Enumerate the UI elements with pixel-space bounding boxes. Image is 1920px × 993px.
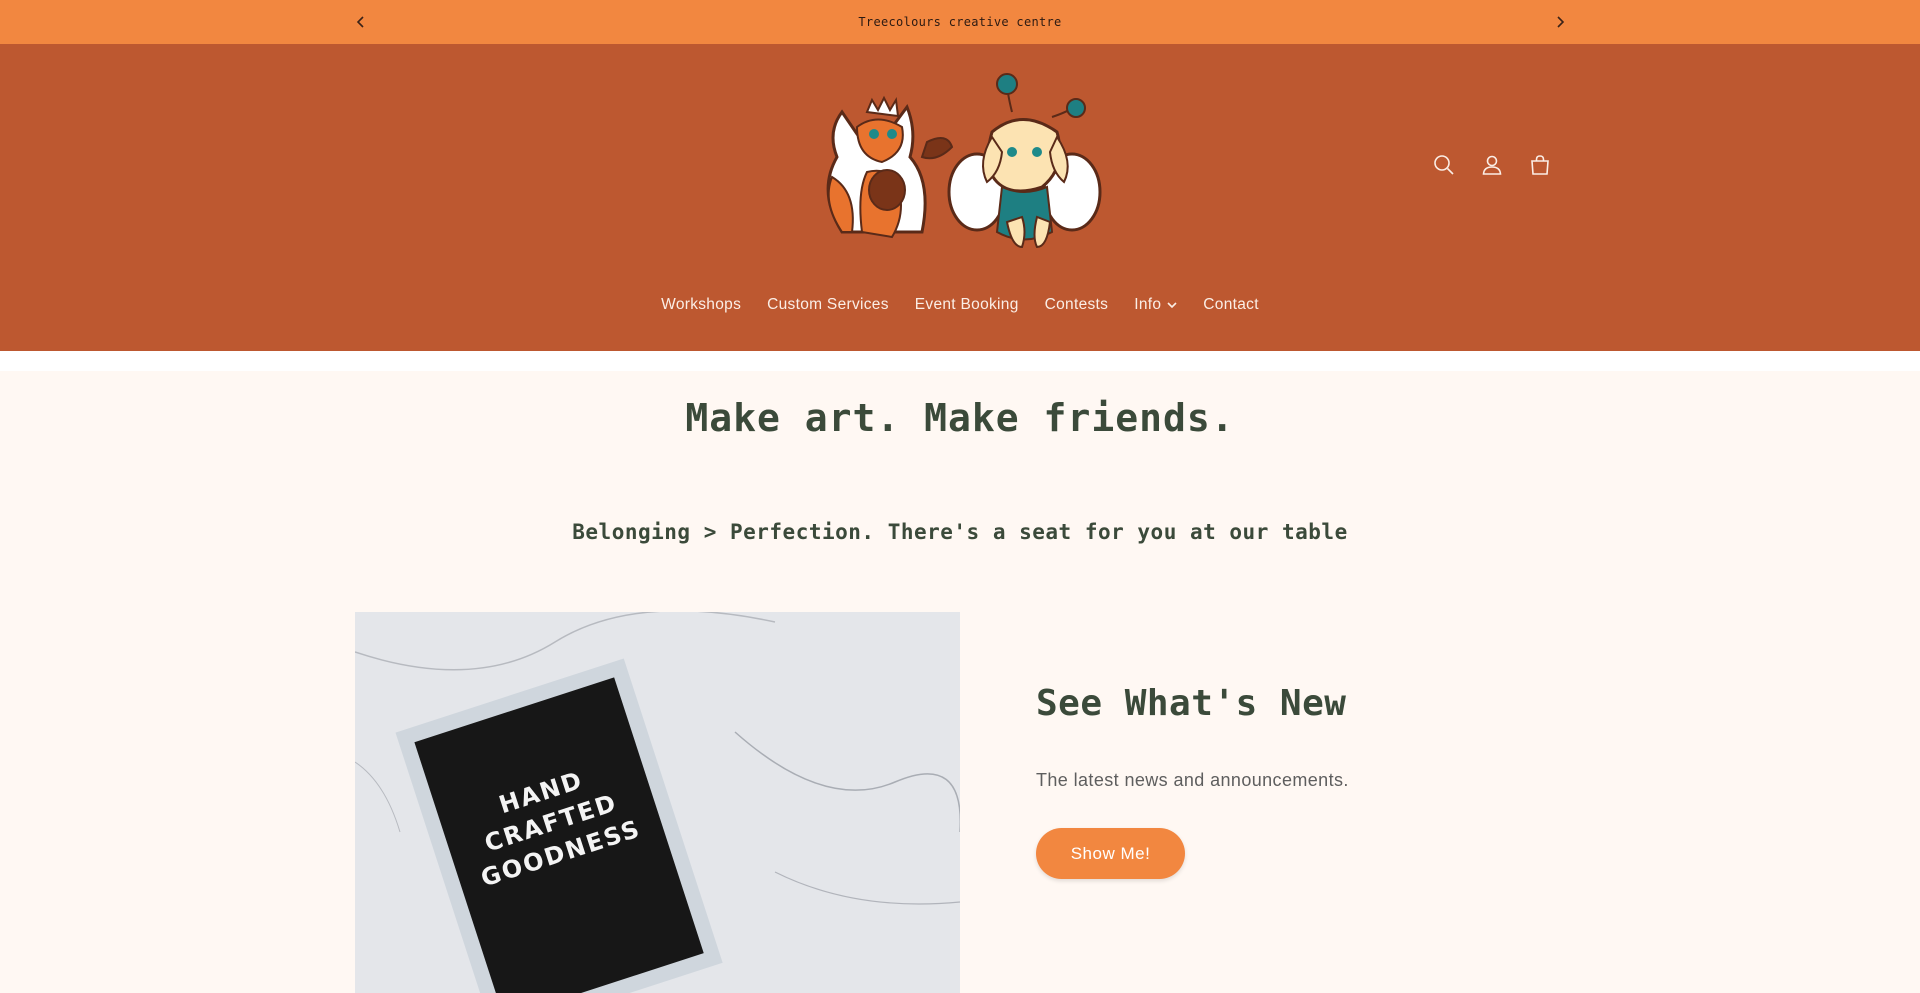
cart-button[interactable] [1526, 151, 1554, 179]
show-me-button[interactable]: Show Me! [1036, 828, 1185, 879]
nav-item-event-booking[interactable]: Event Booking [902, 296, 1032, 314]
nav-item-label: Info [1134, 296, 1162, 313]
nav-item-custom-services[interactable]: Custom Services [754, 296, 902, 314]
main-navigation: Workshops Custom Services Event Booking … [0, 296, 1920, 314]
fox-mascot-icon [826, 95, 954, 239]
page-subheadline: Belonging > Perfection. There's a seat f… [572, 520, 1348, 544]
nav-item-label: Custom Services [767, 296, 889, 313]
account-button[interactable] [1478, 151, 1506, 179]
nav-item-label: Workshops [661, 296, 742, 313]
nav-item-label: Contests [1044, 296, 1109, 313]
nav-item-contact[interactable]: Contact [1190, 296, 1272, 314]
search-button[interactable] [1430, 151, 1458, 179]
site-header: Workshops Custom Services Event Booking … [0, 44, 1920, 351]
cart-icon [1531, 155, 1549, 175]
chevron-down-icon [1167, 302, 1177, 309]
feature-image: HAND CRAFTED GOODNESS [355, 612, 960, 993]
nav-item-label: Contact [1203, 296, 1259, 313]
feature-description: The latest news and announcements. [1036, 770, 1349, 790]
chevron-right-icon [1557, 16, 1565, 28]
header-icons [1430, 151, 1554, 179]
nav-item-contests[interactable]: Contests [1032, 296, 1122, 314]
page-headline: Make art. Make friends. [685, 396, 1235, 440]
letter-board-photo: HAND CRAFTED GOODNESS [355, 612, 960, 993]
fox-and-puppy-mascots-logo [826, 73, 1102, 249]
feature-title: See What's New [1036, 683, 1347, 724]
puppy-mascot-icon [947, 73, 1102, 249]
header-divider [0, 351, 1920, 371]
account-icon [1482, 155, 1502, 175]
site-logo[interactable] [812, 72, 1102, 252]
nav-item-label: Event Booking [914, 296, 1019, 313]
search-icon [1434, 155, 1454, 175]
announcement-bar: Treecolours creative centre [0, 0, 1920, 44]
announcement-message: Treecolours creative centre [858, 15, 1062, 29]
nav-item-info[interactable]: Info [1121, 296, 1190, 314]
announcement-next-button[interactable] [1544, 0, 1576, 44]
nav-item-workshops[interactable]: Workshops [648, 296, 754, 314]
